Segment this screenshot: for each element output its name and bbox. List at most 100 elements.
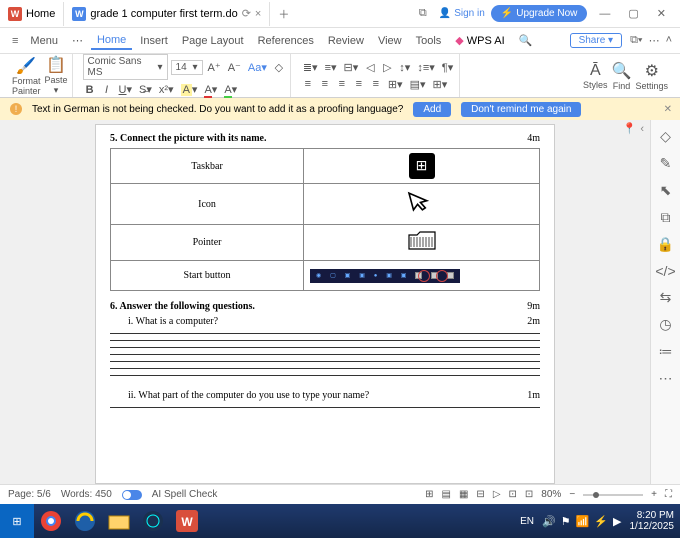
more-side-icon[interactable]: ⋯ — [659, 370, 673, 387]
tray-network-icon[interactable]: 📶 — [576, 515, 590, 528]
sb-grid-icon[interactable]: ⊞ — [425, 489, 433, 500]
shading-button[interactable]: ▤▾ — [408, 77, 428, 92]
diamond-icon[interactable]: ◇ — [660, 128, 671, 145]
taskbar-explorer[interactable] — [102, 507, 136, 535]
document-tab[interactable]: W grade 1 computer first term.do ⟳ × — [64, 2, 270, 26]
bullets-button[interactable]: ≣▾ — [301, 60, 320, 75]
tray-speaker-icon[interactable]: 🔊 — [542, 515, 556, 528]
taskbar-ie[interactable] — [68, 507, 102, 535]
align-justify-button[interactable]: ≡ — [352, 77, 366, 91]
menu-references[interactable]: References — [252, 33, 320, 49]
code-icon[interactable]: </> — [655, 263, 675, 279]
pilcrow-button[interactable]: ¶▾ — [440, 60, 455, 75]
location-pin-icon[interactable]: 📍 — [623, 122, 637, 135]
increase-indent-button[interactable]: ▷ — [380, 60, 394, 75]
styles-button[interactable]: ᾹStyles — [583, 62, 608, 90]
document-viewport[interactable]: 📍 ‹ 5. Connect the picture with its name… — [0, 120, 650, 484]
menu-pagelayout[interactable]: Page Layout — [176, 33, 250, 49]
settings-button[interactable]: ⚙Settings — [635, 61, 668, 91]
find-button[interactable]: 🔍Find — [612, 61, 632, 91]
font-size-select[interactable]: 14▾ — [171, 60, 203, 75]
proof-dont-button[interactable]: Don't remind me again — [461, 102, 581, 117]
lock-icon[interactable]: 🔒 — [657, 236, 674, 253]
menu-more[interactable]: ⋯ — [66, 32, 89, 49]
taskbar-wps[interactable]: W — [170, 507, 204, 535]
borders-button[interactable]: ⊞▾ — [431, 77, 450, 92]
decrease-indent-button[interactable]: ◁ — [363, 60, 377, 75]
share-button[interactable]: Share ▾ — [570, 33, 623, 48]
more-icon[interactable]: ⋯ — [649, 34, 660, 47]
taskbar-chrome[interactable] — [34, 507, 68, 535]
tabs-button[interactable]: ⊞▾ — [386, 77, 405, 92]
copy-icon[interactable]: ⧉ — [413, 7, 433, 20]
collapse-ribbon-button[interactable]: ˄ — [666, 34, 672, 47]
menu-tools[interactable]: Tools — [410, 33, 448, 49]
subscript-button[interactable]: x²▾ — [157, 82, 176, 97]
clock-icon[interactable]: ◷ — [659, 316, 671, 333]
page-indicator[interactable]: Page: 5/6 — [8, 489, 51, 500]
paste-button[interactable]: 📋Paste▾ — [45, 55, 68, 96]
zoom-out-button[interactable]: − — [569, 489, 575, 500]
zoom-level[interactable]: 80% — [541, 489, 561, 500]
chevron-left-icon[interactable]: ‹ — [640, 123, 644, 135]
decrease-font-button[interactable]: A⁻ — [226, 60, 243, 75]
maximize-button[interactable]: ▢ — [622, 7, 644, 20]
align-center-button[interactable]: ≡ — [318, 77, 332, 91]
upgrade-button[interactable]: ⚡ Upgrade Now — [491, 5, 588, 22]
tray-battery-icon[interactable]: ⚡ — [594, 515, 608, 528]
line-spacing-button[interactable]: ↕≡▾ — [415, 60, 436, 75]
font-color-button[interactable]: A▾ — [202, 82, 219, 97]
tray-flag-icon[interactable]: ⚑ — [561, 515, 571, 528]
window-icon[interactable]: ⧉▾ — [630, 34, 642, 47]
hamburger-icon[interactable]: ≡ — [8, 35, 22, 47]
numbering-button[interactable]: ≡▾ — [323, 60, 339, 75]
fill-color-button[interactable]: A▾ — [222, 82, 239, 97]
sb-print-layout-icon[interactable]: ▤ — [442, 489, 451, 500]
format-painter-button[interactable]: 🖌️Format Painter — [12, 56, 41, 96]
tray-shield-icon[interactable]: ▶ — [613, 515, 621, 528]
new-tab-button[interactable]: ＋ — [270, 6, 297, 22]
proof-close-button[interactable]: ✕ — [664, 104, 672, 115]
menu-view[interactable]: View — [372, 33, 408, 49]
sb-outline-icon[interactable]: ⊟ — [476, 489, 484, 500]
adjust-icon[interactable]: ⇆ — [660, 289, 672, 306]
sb-read-icon[interactable]: ⊡ — [509, 489, 517, 500]
zoom-in-button[interactable]: + — [651, 489, 657, 500]
align-left-button[interactable]: ≡ — [301, 77, 315, 91]
clipboard-side-icon[interactable]: ⧉ — [661, 209, 671, 226]
increase-font-button[interactable]: A⁺ — [206, 60, 223, 75]
spellcheck-toggle[interactable] — [122, 490, 142, 500]
menu-insert[interactable]: Insert — [134, 33, 174, 49]
bold-button[interactable]: B — [83, 83, 97, 97]
pencil-icon[interactable]: ✎ — [660, 155, 672, 172]
wps-ai-button[interactable]: ◆ WPS AI — [449, 32, 510, 49]
align-right-button[interactable]: ≡ — [335, 77, 349, 91]
text-direction-button[interactable]: ↕▾ — [397, 60, 412, 75]
distribute-button[interactable]: ≡ — [369, 77, 383, 91]
home-tab[interactable]: W Home — [0, 2, 64, 26]
select-icon[interactable]: ⬉ — [660, 182, 672, 199]
italic-button[interactable]: I — [100, 83, 114, 97]
fullscreen-button[interactable]: ⛶ — [665, 489, 672, 500]
zoom-slider[interactable] — [583, 494, 643, 496]
menu-menu[interactable]: Menu — [24, 33, 64, 49]
sb-fit-icon[interactable]: ⊡ — [525, 489, 533, 500]
change-case-button[interactable]: Aa▾ — [246, 60, 269, 75]
close-window-button[interactable]: ✕ — [651, 7, 672, 20]
close-tab-icon[interactable]: × — [255, 8, 261, 20]
proof-add-button[interactable]: Add — [413, 102, 451, 117]
multilevel-button[interactable]: ⊟▾ — [342, 60, 361, 75]
sb-play-icon[interactable]: ▷ — [493, 489, 501, 500]
sb-web-layout-icon[interactable]: ▦ — [459, 489, 468, 500]
tray-clock[interactable]: 8:20 PM 1/12/2025 — [630, 510, 675, 532]
taskbar-media[interactable] — [136, 507, 170, 535]
signin-button[interactable]: 👤 Sign in — [439, 8, 485, 19]
tray-lang[interactable]: EN — [520, 516, 534, 527]
strike-button[interactable]: S̶▾ — [137, 82, 154, 97]
highlight-button[interactable]: A▾ — [179, 82, 200, 97]
menu-review[interactable]: Review — [322, 33, 370, 49]
font-family-select[interactable]: Comic Sans MS▾ — [83, 54, 168, 80]
underline-button[interactable]: U▾ — [117, 82, 134, 97]
menu-home[interactable]: Home — [91, 32, 132, 50]
start-button[interactable]: ⊞ — [0, 504, 34, 538]
